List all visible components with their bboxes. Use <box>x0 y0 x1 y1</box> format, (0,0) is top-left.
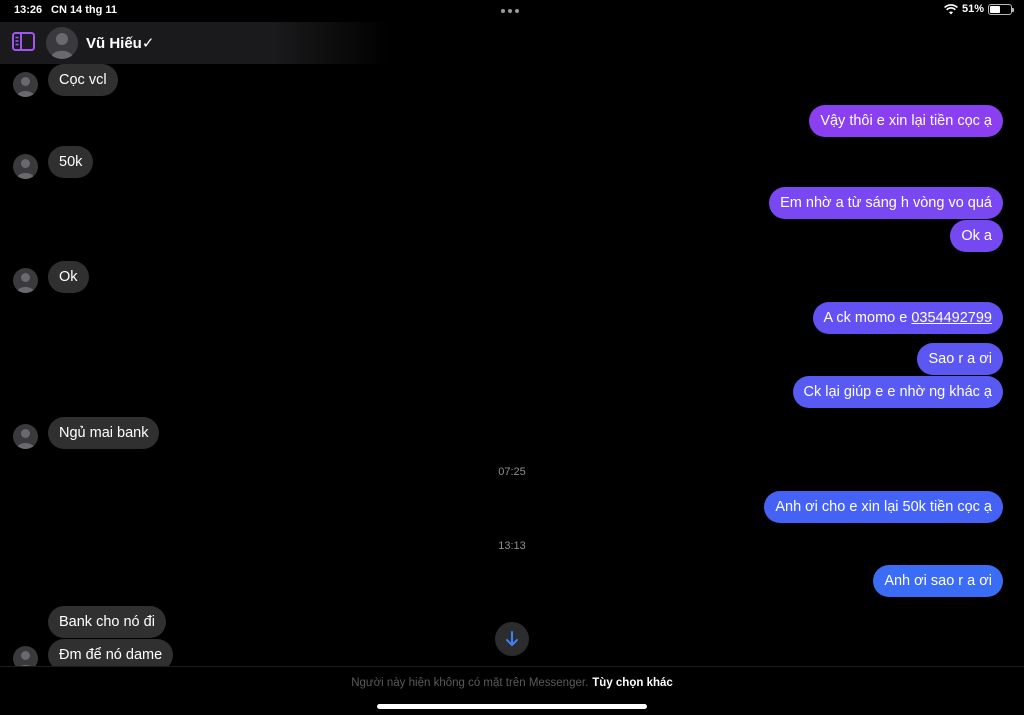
sender-avatar <box>13 154 38 179</box>
timestamp: 13:13 <box>498 540 526 552</box>
message-bubble-outgoing[interactable]: Ok a <box>950 220 1003 252</box>
status-time: 13:26 <box>14 4 43 16</box>
battery-percent: 51% <box>961 3 984 15</box>
message-bubble-incoming[interactable]: Bank cho nó đi <box>48 606 166 638</box>
more-options-link[interactable]: Tùy chọn khác <box>592 677 673 689</box>
battery-icon <box>988 3 1014 15</box>
message-bubble-outgoing[interactable]: A ck momo e 0354492799 <box>812 302 1003 334</box>
message-bubble-outgoing[interactable]: Ck lại giúp e e nhờ ng khác ạ <box>792 376 1003 408</box>
message-bubble-incoming[interactable]: 50k <box>48 146 94 178</box>
sender-avatar <box>13 268 38 293</box>
status-right: 51% <box>944 3 1014 15</box>
message-bubble-outgoing[interactable]: Em nhờ a từ sáng h vòng vo quá <box>769 187 1003 219</box>
status-date: CN 14 thg 11 <box>51 4 118 16</box>
message-bubble-outgoing[interactable]: Sao r a ơi <box>917 343 1003 375</box>
sidebar-toggle-icon[interactable] <box>12 32 35 51</box>
message-bubble-outgoing[interactable]: Vậy thôi e xin lại tiền cọc ạ <box>809 105 1003 137</box>
timestamp: 07:25 <box>498 466 526 478</box>
sender-avatar <box>13 424 38 449</box>
contact-name-text: Vũ Hiếu <box>86 35 142 52</box>
unavailable-notice: Người này hiện không có mặt trên Messeng… <box>351 677 589 689</box>
status-bar: 13:26 CN 14 thg 11 51% <box>0 0 1024 22</box>
message-bubble-incoming[interactable]: Ok <box>48 261 89 293</box>
message-text: A ck momo e <box>823 310 912 326</box>
scroll-to-bottom-button[interactable] <box>495 622 529 656</box>
phone-link[interactable]: 0354492799 <box>911 310 992 326</box>
battery-fill <box>990 5 1001 13</box>
arrow-down-icon <box>506 631 518 646</box>
contact-avatar[interactable] <box>46 27 78 59</box>
multitasking-dots-icon[interactable] <box>501 9 521 13</box>
message-bubble-outgoing[interactable]: Anh ơi cho e xin lại 50k tiền cọc ạ <box>764 491 1003 523</box>
home-indicator[interactable] <box>377 704 647 709</box>
footer-line: Người này hiện không có mặt trên Messeng… <box>0 677 1024 689</box>
conversation-header: Vũ Hiếu✓ <box>0 22 390 64</box>
sender-avatar <box>13 72 38 97</box>
message-bubble-incoming[interactable]: Ngủ mai bank <box>48 417 160 449</box>
wifi-icon <box>944 3 958 14</box>
contact-name[interactable]: Vũ Hiếu✓ <box>86 34 154 52</box>
composer-footer: Người này hiện không có mặt trên Messeng… <box>0 666 1024 715</box>
message-bubble-outgoing[interactable]: Anh ơi sao r a ơi <box>873 565 1003 597</box>
message-bubble-incoming[interactable]: Cọc vcl <box>48 64 118 96</box>
verified-check-icon: ✓ <box>141 35 155 52</box>
